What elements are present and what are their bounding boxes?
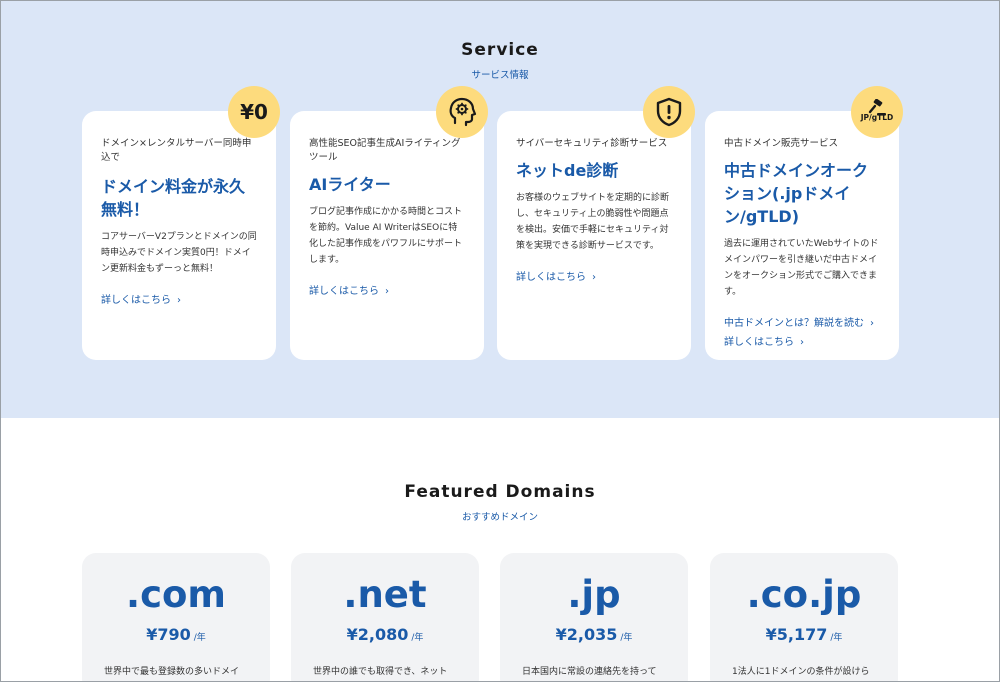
ai-badge [436,86,488,138]
card-title: 中古ドメインオークション(.jpドメイン/gTLD) [724,161,869,226]
card-label: サイバーセキュリティ診断サービス [516,138,668,149]
domain-card-co-jp[interactable]: .co.jp ¥5,177/年 1法人に1ドメインの条件が設けら [710,553,898,682]
service-card-ai-writer: 高性能SEO記事生成AIライティングツール AIライター ブログ記事作成にかかる… [290,86,488,360]
jp-gtld-badge-text: JP/gTLD [860,113,894,122]
featured-title: Featured Domains [404,482,596,502]
domain-card-jp[interactable]: .jp ¥2,035/年 日本国内に常設の連絡先を持って [500,553,688,682]
domain-card-net[interactable]: .net ¥2,080/年 世界中の誰でも取得でき、ネット [291,553,479,682]
domain-price: ¥2,035/年 [555,625,633,644]
domain-price: ¥790/年 [146,625,206,644]
chevron-right-icon: › [177,295,181,306]
auction-badge: JP/gTLD [851,86,903,138]
service-card-net-de-shindan: サイバーセキュリティ診断サービス ネットde診断 お客様のウェブサイトを定期的に… [497,86,695,360]
ai-head-icon [449,97,477,127]
domain-desc: 日本国内に常設の連絡先を持って [522,667,657,677]
domain-tld: .com [126,573,226,616]
chevron-right-icon: › [800,337,804,348]
card-title: ネットde診断 [516,161,619,180]
domain-tld: .jp [567,573,621,616]
featured-subtitle: おすすめドメイン [461,512,538,523]
domain-tld: .net [343,573,427,616]
card-title: ドメイン料金が永久無料！ [101,177,246,219]
domain-desc: 世界中の誰でも取得でき、ネット [313,667,448,677]
domain-tld: .co.jp [746,573,862,616]
card-desc: ブログ記事作成にかかる時間とコストを節約。Value AI WriterはSEO… [309,207,463,265]
shield-badge [643,86,695,138]
domain-desc: 1法人に1ドメインの条件が設けら [732,667,870,677]
domain-desc: 世界中で最も登録数の多いドメイ [104,667,240,677]
service-card-domain-free: ¥0 ドメイン×レンタルサーバー同時申込で ドメイン料金が永久無料！ コアサーバ… [82,86,280,360]
card-label: 高性能SEO記事生成AIライティングツール [309,138,461,163]
card-title: AIライター [309,175,391,194]
service-title: Service [461,40,539,60]
domain-price: ¥2,080/年 [346,625,424,644]
card-desc: お客様のウェブサイトを定期的に診断し、セキュリティ上の脆弱性や問題点を検出。安価… [516,193,670,251]
shield-alert-icon [656,97,682,127]
card-desc: コアサーバーV2プランとドメインの同時申込みでドメイン実質0円！ドメイン更新料金… [101,232,257,274]
domain-price: ¥5,177/年 [765,625,843,644]
chevron-right-icon: › [870,318,874,329]
service-subtitle: サービス情報 [471,70,529,81]
card-label: ドメイン×レンタルサーバー同時申込で [101,138,252,163]
chevron-right-icon: › [592,272,596,283]
card-desc: 過去に運用されていたWebサイトのドメインパワーを引き継いだ中古ドメインをオーク… [724,239,879,297]
details-link[interactable]: 詳しくはこちら › [516,268,673,283]
details-link[interactable]: 詳しくはこちら › [101,291,258,306]
card-label: 中古ドメイン販売サービス [724,138,839,149]
details-link[interactable]: 詳しくはこちら › [309,282,466,297]
chevron-right-icon: › [385,286,389,297]
yen-zero-badge: ¥0 [228,86,280,138]
domain-explainer-link[interactable]: 中古ドメインとは？解説を読む › [724,314,881,329]
service-card-domain-auction: JP/gTLD 中古ドメイン販売サービス 中古ドメインオークション(.jpドメイ… [705,86,903,360]
service-section: Service サービス情報 ¥0 ドメイン×レンタルサーバー同時申込で ドメイ… [0,0,1000,418]
domain-card-com[interactable]: .com ¥790/年 世界中で最も登録数の多いドメイ [82,553,270,682]
yen-zero-icon: ¥0 [240,100,268,124]
details-link[interactable]: 詳しくはこちら › [724,333,881,348]
